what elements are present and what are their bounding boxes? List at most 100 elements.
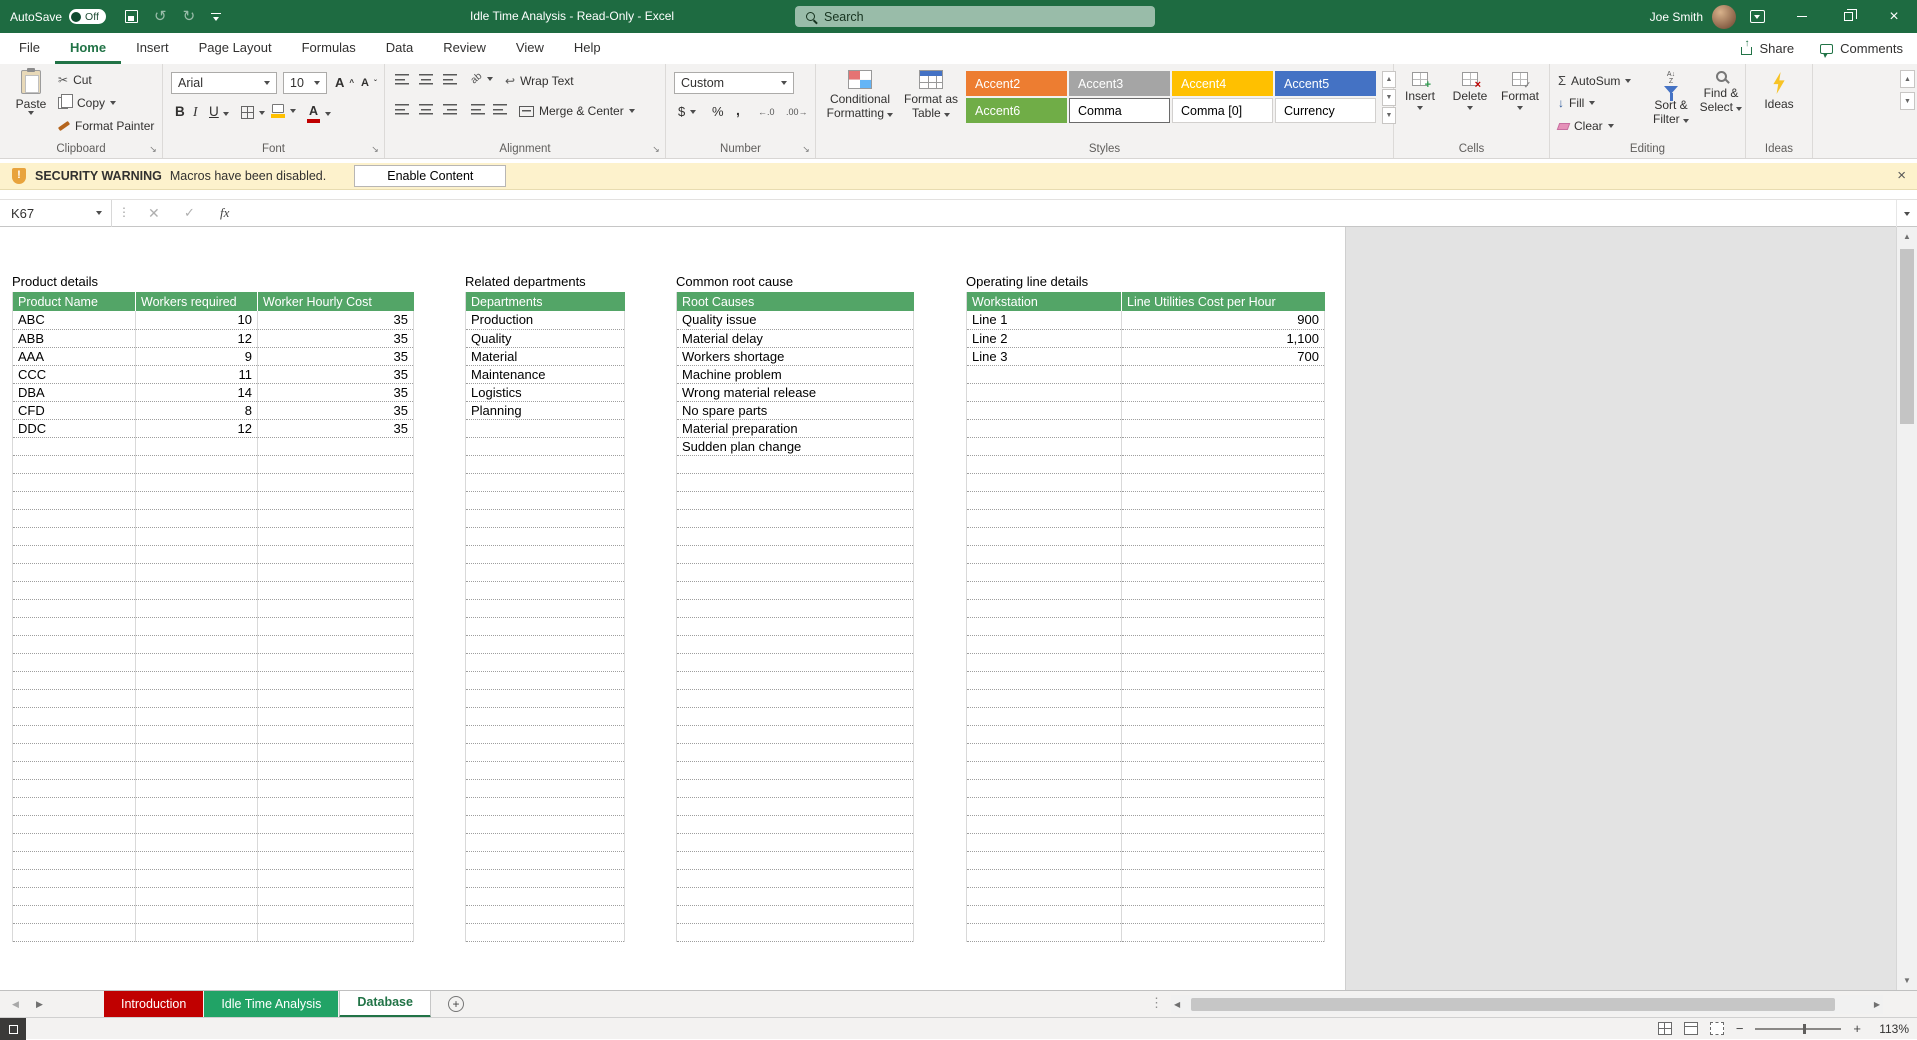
cell[interactable]	[257, 653, 414, 672]
cell[interactable]	[135, 509, 258, 528]
cell[interactable]	[676, 743, 914, 762]
cell[interactable]	[257, 671, 414, 690]
percent-format-button[interactable]: %	[712, 104, 724, 119]
cell[interactable]: Maintenance	[465, 365, 625, 384]
cell[interactable]: 8	[135, 401, 258, 420]
cell[interactable]	[966, 617, 1122, 636]
cell[interactable]	[12, 833, 136, 852]
ribbon-display-options-icon[interactable]	[1750, 10, 1765, 23]
align-left-button[interactable]	[395, 104, 409, 115]
cell[interactable]	[12, 797, 136, 816]
cell[interactable]	[1121, 653, 1325, 672]
cell[interactable]	[12, 491, 136, 510]
cell[interactable]	[257, 851, 414, 870]
cell[interactable]	[135, 671, 258, 690]
underline-caret-icon[interactable]	[223, 112, 229, 116]
autosum-button[interactable]: Σ AutoSum	[1558, 73, 1632, 88]
table-header-cell[interactable]: Root Causes	[676, 292, 914, 311]
cell[interactable]	[465, 905, 625, 924]
cell[interactable]	[1121, 473, 1325, 492]
dialog-launcher-icon[interactable]	[801, 144, 811, 154]
page-layout-view-icon[interactable]	[1683, 1022, 1698, 1035]
confirm-entry-icon[interactable]: ✓	[184, 205, 195, 221]
table-header-cell[interactable]: Product Name	[12, 292, 136, 311]
cell[interactable]: Quality issue	[676, 311, 914, 330]
cell[interactable]: 35	[257, 419, 414, 438]
sort-filter-button[interactable]: A↓ Z Sort & Filter	[1648, 71, 1694, 126]
cell[interactable]	[465, 797, 625, 816]
cell[interactable]	[135, 887, 258, 906]
fill-color-button[interactable]	[271, 104, 296, 118]
zoom-in-icon[interactable]: +	[1853, 1021, 1861, 1036]
cell[interactable]	[966, 923, 1122, 942]
format-cells-button[interactable]: Format	[1496, 72, 1544, 110]
cell[interactable]	[465, 455, 625, 474]
cell[interactable]	[966, 905, 1122, 924]
cell[interactable]: Line 2	[966, 329, 1122, 348]
sheet-tab-idle-time-analysis[interactable]: Idle Time Analysis	[204, 991, 339, 1018]
cell[interactable]	[966, 581, 1122, 600]
bottom-align-button[interactable]	[443, 74, 457, 85]
cell[interactable]	[676, 779, 914, 798]
font-color-button[interactable]: A	[307, 104, 331, 123]
minimize-button[interactable]	[1779, 0, 1825, 33]
cell[interactable]	[465, 851, 625, 870]
table-header-cell[interactable]: Departments	[465, 292, 625, 311]
cell[interactable]	[465, 491, 625, 510]
page-break-view-icon[interactable]	[1709, 1022, 1724, 1035]
cell[interactable]	[1121, 689, 1325, 708]
cell[interactable]	[1121, 383, 1325, 402]
cell[interactable]	[1121, 905, 1325, 924]
cell[interactable]	[676, 797, 914, 816]
formula-input[interactable]	[252, 200, 1895, 227]
cell[interactable]	[966, 761, 1122, 780]
cell[interactable]	[966, 653, 1122, 672]
cell[interactable]	[676, 833, 914, 852]
cell[interactable]: 10	[135, 311, 258, 330]
number-format-select[interactable]: Custom	[674, 72, 794, 94]
cell[interactable]	[966, 419, 1122, 438]
cell[interactable]: ABC	[12, 311, 136, 330]
cell[interactable]	[966, 671, 1122, 690]
autosave-toggle[interactable]: AutoSave Off	[10, 0, 106, 33]
decrease-decimal-button[interactable]: .00→	[786, 107, 808, 117]
cell[interactable]: Workers shortage	[676, 347, 914, 366]
cell[interactable]	[676, 653, 914, 672]
cell[interactable]	[257, 545, 414, 564]
cell[interactable]	[966, 401, 1122, 420]
vertical-scroll-thumb[interactable]	[1900, 249, 1914, 424]
cell[interactable]: 12	[135, 419, 258, 438]
cell[interactable]	[257, 869, 414, 888]
cell[interactable]	[257, 905, 414, 924]
enable-content-button[interactable]: Enable Content	[354, 165, 507, 187]
cell[interactable]: 12	[135, 329, 258, 348]
cell[interactable]	[465, 779, 625, 798]
cell[interactable]	[966, 869, 1122, 888]
cell[interactable]	[12, 761, 136, 780]
cell-style-currency[interactable]: Currency	[1275, 98, 1376, 123]
customize-toolbar-icon[interactable]	[211, 12, 222, 21]
cell[interactable]	[135, 491, 258, 510]
cell[interactable]	[465, 761, 625, 780]
cell[interactable]	[1121, 527, 1325, 546]
cell[interactable]	[465, 707, 625, 726]
cell[interactable]	[1121, 887, 1325, 906]
scroll-right-icon[interactable]: ▶	[1874, 995, 1880, 1014]
cell[interactable]	[966, 851, 1122, 870]
cell[interactable]	[676, 761, 914, 780]
cell[interactable]	[1121, 869, 1325, 888]
orientation-button[interactable]: ab	[469, 71, 494, 86]
cell[interactable]	[12, 905, 136, 924]
cell[interactable]	[465, 833, 625, 852]
cell-style-comma-0[interactable]: Comma [0]	[1172, 98, 1273, 123]
cell[interactable]: 35	[257, 347, 414, 366]
clear-button[interactable]: Clear	[1556, 119, 1614, 133]
cell[interactable]	[1121, 635, 1325, 654]
cell[interactable]: Line 1	[966, 311, 1122, 330]
cell[interactable]	[12, 689, 136, 708]
cell[interactable]	[257, 815, 414, 834]
dialog-launcher-icon[interactable]	[651, 144, 661, 154]
cell[interactable]	[1121, 779, 1325, 798]
format-as-table-button[interactable]: Format as Table	[900, 70, 962, 120]
decrease-indent-button[interactable]	[471, 104, 485, 115]
